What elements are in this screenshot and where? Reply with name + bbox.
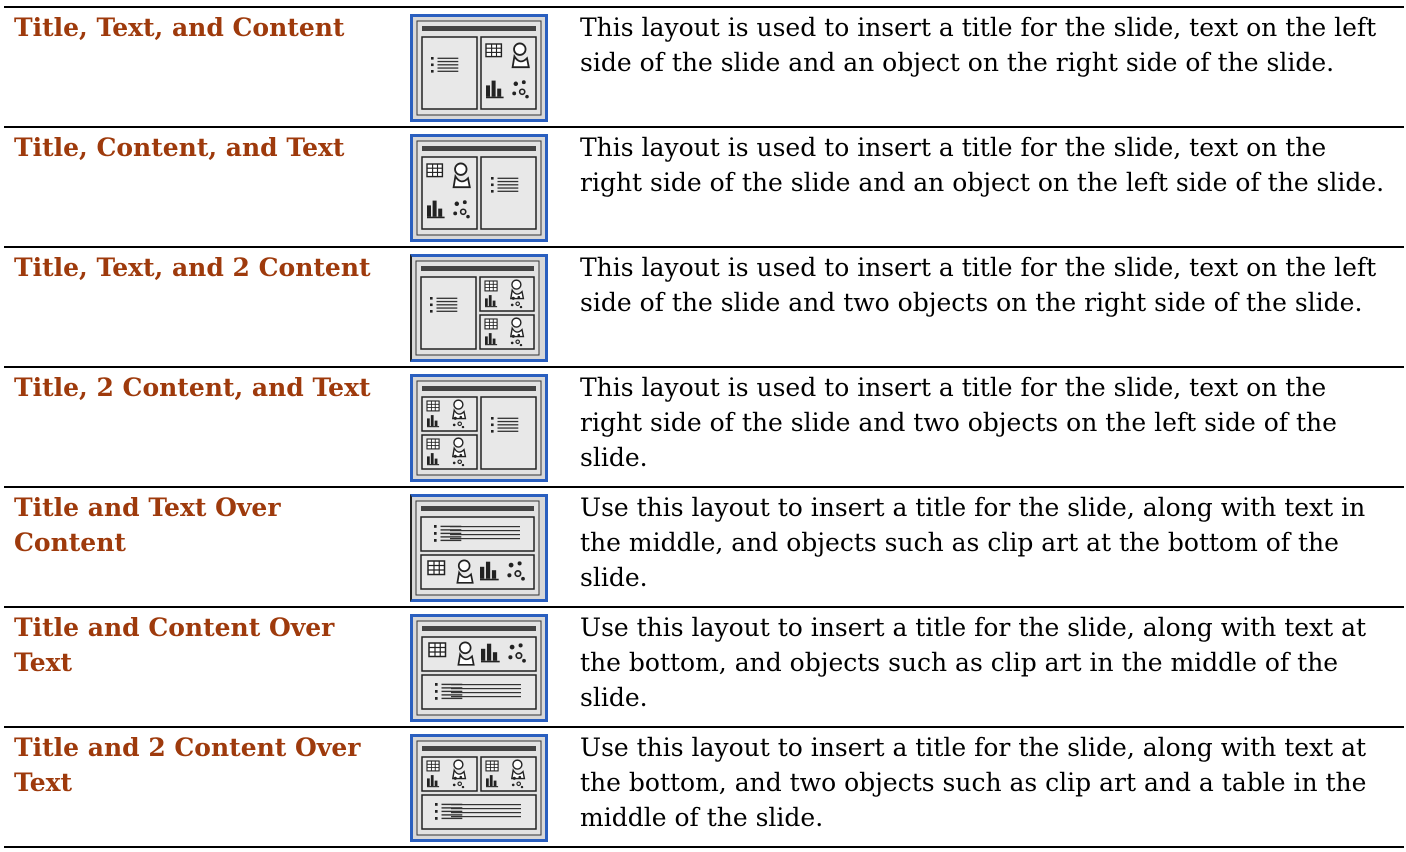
table-row: Title and Content Over Text Use this lay… [4, 606, 1404, 727]
layout-description: Use this layout to insert a title for th… [572, 726, 1404, 848]
layout-title-content-over-text-icon [410, 614, 548, 722]
table-row: Title and 2 Content Over Text Use this l… [4, 726, 1404, 848]
layout-description: This layout is used to insert a title fo… [572, 6, 1404, 127]
layout-description: Use this layout to insert a title for th… [572, 606, 1404, 727]
layout-title-content-text-icon [410, 134, 548, 242]
layout-description: This layout is used to insert a title fo… [572, 246, 1404, 367]
layout-title-text-over-content-icon [410, 494, 548, 602]
table-row: Title, Text, and Content This layout is … [4, 6, 1404, 127]
layout-name: Title, Text, and Content [4, 6, 406, 127]
table-row: Title and Text Over Content Use this lay… [4, 486, 1404, 607]
layout-name: Title, Text, and 2 Content [4, 246, 406, 367]
layout-name: Title and 2 Content Over Text [4, 726, 406, 848]
layout-name: Title and Content Over Text [4, 606, 406, 727]
layout-description: This layout is used to insert a title fo… [572, 366, 1404, 487]
table-row: Title, 2 Content, and Text This layout i… [4, 366, 1404, 487]
layout-name: Title, Content, and Text [4, 126, 406, 247]
layout-title-2content-text-icon [410, 374, 548, 482]
layout-title-2content-over-text-icon [410, 734, 548, 842]
table-row: Title, Content, and Text This layout is … [4, 126, 1404, 247]
layout-description: Use this layout to insert a title for th… [572, 486, 1404, 607]
layout-name: Title, 2 Content, and Text [4, 366, 406, 487]
layout-name: Title and Text Over Content [4, 486, 406, 607]
table-row: Title, Text, and 2 Content This layout i… [4, 246, 1404, 367]
layout-title-text-2content-icon [410, 254, 548, 362]
slide-layouts-table: Title, Text, and Content This layout is … [4, 6, 1404, 848]
layout-description: This layout is used to insert a title fo… [572, 126, 1404, 247]
layout-title-text-content-icon [410, 14, 548, 122]
